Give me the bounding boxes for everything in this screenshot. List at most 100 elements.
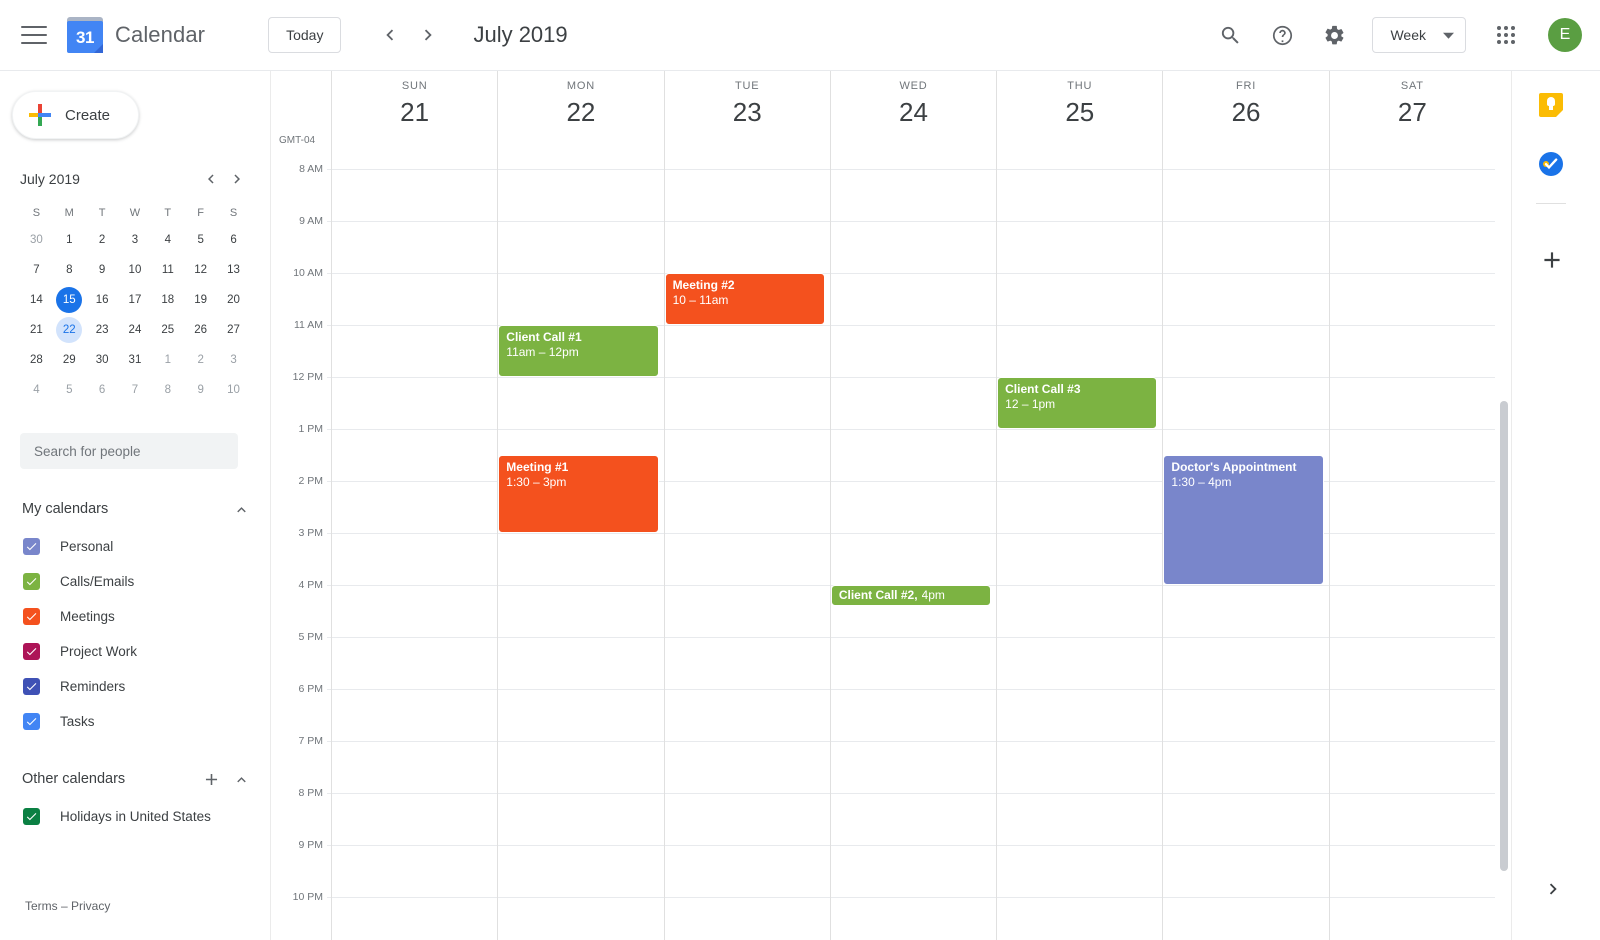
- mini-calendar-day[interactable]: 31: [122, 347, 148, 373]
- mini-calendar-day[interactable]: 6: [221, 227, 247, 253]
- mini-calendar-day[interactable]: 4: [155, 227, 181, 253]
- add-addon-button[interactable]: [1539, 247, 1565, 273]
- day-column[interactable]: [1328, 151, 1495, 940]
- day-column[interactable]: [331, 151, 497, 940]
- other-calendars-header[interactable]: Other calendars: [0, 759, 270, 799]
- calendar-checkbox[interactable]: [23, 573, 40, 590]
- day-header[interactable]: SAT 27: [1328, 71, 1495, 151]
- mini-calendar-day[interactable]: 30: [89, 347, 115, 373]
- day-header[interactable]: THU 25: [996, 71, 1162, 151]
- mini-calendar-day[interactable]: 27: [221, 317, 247, 343]
- mini-calendar-day[interactable]: 6: [89, 377, 115, 403]
- mini-calendar-day[interactable]: 22: [56, 317, 83, 343]
- calendar-checkbox[interactable]: [23, 643, 40, 660]
- my-calendars-header[interactable]: My calendars: [0, 489, 270, 529]
- day-column[interactable]: [996, 151, 1162, 940]
- day-header[interactable]: TUE 23: [663, 71, 830, 151]
- view-mode-select[interactable]: Week: [1372, 17, 1466, 53]
- mini-calendar-day[interactable]: 15: [56, 287, 83, 313]
- day-header[interactable]: WED 24: [829, 71, 996, 151]
- mini-calendar-day[interactable]: 9: [89, 257, 115, 283]
- footer-links[interactable]: Terms – Privacy: [25, 899, 110, 913]
- mini-calendar-day[interactable]: 4: [23, 377, 49, 403]
- mini-calendar-day[interactable]: 25: [155, 317, 181, 343]
- calendar-checkbox[interactable]: [23, 608, 40, 625]
- my-calendar-item[interactable]: Personal: [0, 529, 270, 564]
- mini-calendar-day[interactable]: 13: [221, 257, 247, 283]
- search-people-input[interactable]: [20, 433, 238, 469]
- mini-calendar-day[interactable]: 5: [56, 377, 82, 403]
- day-number-label[interactable]: 25: [997, 97, 1162, 128]
- mini-calendar-day[interactable]: 20: [221, 287, 247, 313]
- day-header[interactable]: FRI 26: [1162, 71, 1328, 151]
- calendar-checkbox[interactable]: [23, 713, 40, 730]
- create-button[interactable]: Create: [12, 91, 139, 139]
- previous-period-button[interactable]: [371, 16, 409, 54]
- today-button[interactable]: Today: [268, 17, 342, 53]
- mini-calendar-day[interactable]: 2: [188, 347, 214, 373]
- calendar-event[interactable]: Client Call #1 11am – 12pm: [498, 325, 659, 377]
- mini-calendar-day[interactable]: 10: [221, 377, 247, 403]
- mini-calendar-day[interactable]: 29: [56, 347, 82, 373]
- calendar-checkbox[interactable]: [23, 808, 40, 825]
- hamburger-menu-icon[interactable]: [21, 26, 47, 44]
- search-button[interactable]: [1209, 14, 1251, 56]
- my-calendar-item[interactable]: Calls/Emails: [0, 564, 270, 599]
- mini-calendar-day[interactable]: 19: [188, 287, 214, 313]
- day-number-label[interactable]: 26: [1163, 97, 1328, 128]
- mini-calendar-day[interactable]: 17: [122, 287, 148, 313]
- day-header[interactable]: SUN 21: [331, 71, 497, 151]
- day-number-label[interactable]: 24: [831, 97, 996, 128]
- mini-calendar-day[interactable]: 7: [23, 257, 49, 283]
- day-number-label[interactable]: 21: [332, 97, 497, 128]
- mini-calendar-day[interactable]: 8: [155, 377, 181, 403]
- mini-calendar-day[interactable]: 7: [122, 377, 148, 403]
- mini-calendar-day[interactable]: 14: [23, 287, 49, 313]
- expand-panel-button[interactable]: [1542, 878, 1566, 902]
- calendar-checkbox[interactable]: [23, 678, 40, 695]
- day-number-label[interactable]: 27: [1330, 97, 1495, 128]
- my-calendars-collapse-button[interactable]: [226, 494, 256, 524]
- day-column[interactable]: [829, 151, 996, 940]
- my-calendar-item[interactable]: Reminders: [0, 669, 270, 704]
- mini-calendar-day[interactable]: 12: [188, 257, 214, 283]
- mini-calendar-day[interactable]: 10: [122, 257, 148, 283]
- mini-calendar-day[interactable]: 11: [155, 257, 181, 283]
- calendar-event[interactable]: Client Call #2, 4pm: [830, 585, 992, 606]
- add-other-calendar-button[interactable]: [196, 764, 226, 794]
- keep-icon[interactable]: [1539, 93, 1563, 117]
- mini-calendar-day[interactable]: 2: [89, 227, 115, 253]
- avatar[interactable]: E: [1548, 18, 1582, 52]
- mini-calendar-day[interactable]: 16: [89, 287, 115, 313]
- my-calendar-item[interactable]: Meetings: [0, 599, 270, 634]
- tasks-icon[interactable]: [1539, 152, 1563, 176]
- other-calendars-collapse-button[interactable]: [226, 764, 256, 794]
- mini-calendar-prev-button[interactable]: [198, 166, 224, 192]
- day-column[interactable]: [663, 151, 830, 940]
- mini-calendar-day[interactable]: 18: [155, 287, 181, 313]
- day-header[interactable]: MON 22: [497, 71, 663, 151]
- settings-button[interactable]: [1313, 14, 1355, 56]
- mini-calendar-day[interactable]: 23: [89, 317, 115, 343]
- mini-calendar-day[interactable]: 1: [56, 227, 82, 253]
- mini-calendar-day[interactable]: 26: [188, 317, 214, 343]
- my-calendar-item[interactable]: Project Work: [0, 634, 270, 669]
- mini-calendar-day[interactable]: 3: [221, 347, 247, 373]
- calendar-checkbox[interactable]: [23, 538, 40, 555]
- mini-calendar-day[interactable]: 9: [188, 377, 214, 403]
- mini-calendar-day[interactable]: 21: [23, 317, 49, 343]
- day-number-label[interactable]: 23: [665, 97, 830, 128]
- calendar-event[interactable]: Client Call #3 12 – 1pm: [997, 377, 1158, 429]
- mini-calendar-day[interactable]: 28: [23, 347, 49, 373]
- day-number-label[interactable]: 22: [498, 97, 663, 128]
- next-period-button[interactable]: [409, 16, 447, 54]
- mini-calendar-day[interactable]: 24: [122, 317, 148, 343]
- mini-calendar-day[interactable]: 8: [56, 257, 82, 283]
- mini-calendar-next-button[interactable]: [224, 166, 250, 192]
- google-apps-button[interactable]: [1485, 14, 1527, 56]
- mini-calendar-day[interactable]: 30: [23, 227, 49, 253]
- calendar-event[interactable]: Meeting #2 10 – 11am: [664, 273, 825, 325]
- mini-calendar-day[interactable]: 3: [122, 227, 148, 253]
- vertical-scrollbar[interactable]: [1500, 401, 1508, 871]
- my-calendar-item[interactable]: Tasks: [0, 704, 270, 739]
